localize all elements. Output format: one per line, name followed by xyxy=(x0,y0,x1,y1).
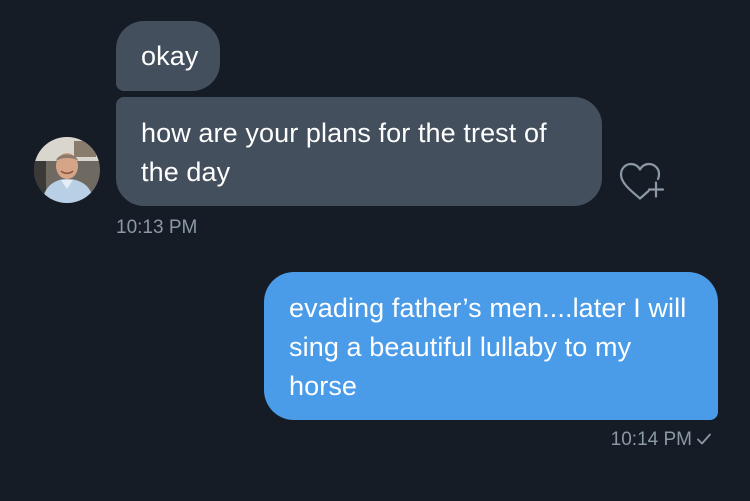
message-status: 10:14 PM xyxy=(611,429,712,452)
message-text: how are your plans for the trest of the … xyxy=(141,118,547,187)
message-text: evading father’s men....later I will sin… xyxy=(289,293,687,401)
incoming-message-bubble[interactable]: how are your plans for the trest of the … xyxy=(116,97,602,206)
message-text: okay xyxy=(141,41,199,71)
outgoing-message-bubble[interactable]: evading father’s men....later I will sin… xyxy=(264,272,718,420)
message-timestamp: 10:14 PM xyxy=(610,429,692,450)
heart-plus-icon[interactable] xyxy=(618,160,666,202)
avatar[interactable] xyxy=(34,137,100,203)
incoming-message-bubble[interactable]: okay xyxy=(116,21,221,91)
message-timestamp: 10:13 PM xyxy=(116,217,198,238)
checkmark-icon xyxy=(696,430,712,452)
